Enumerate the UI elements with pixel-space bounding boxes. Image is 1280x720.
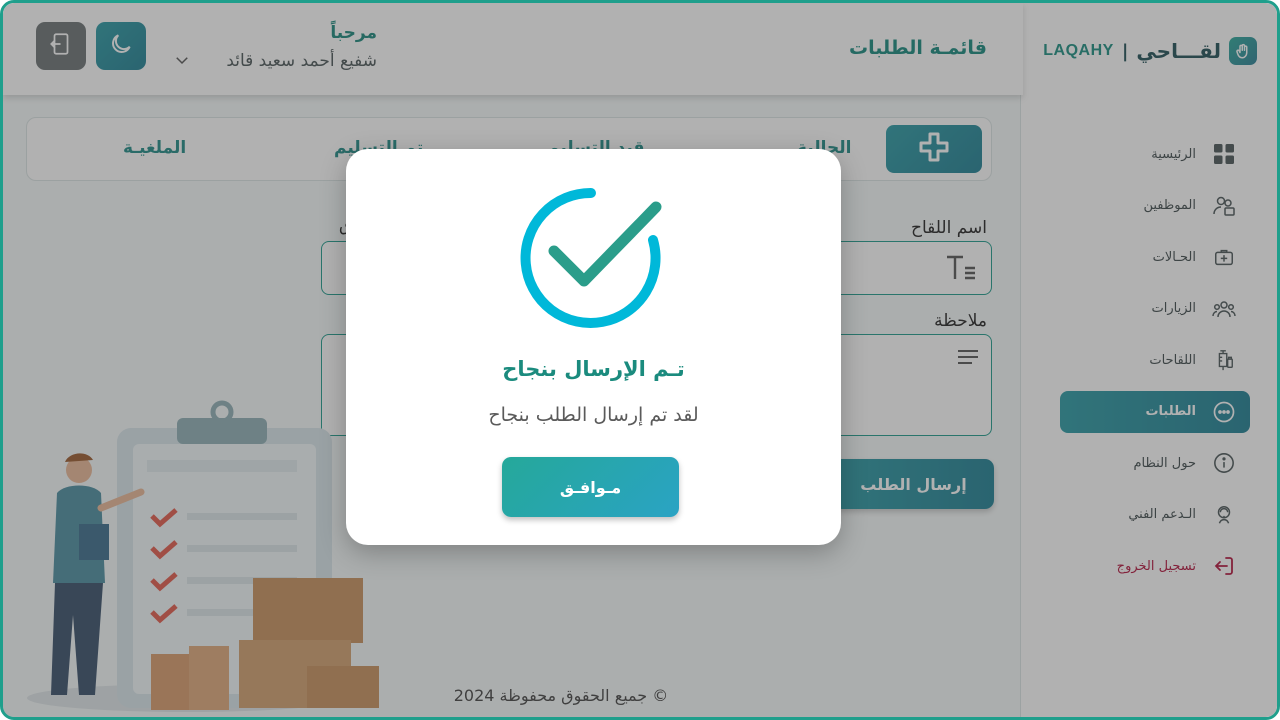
success-dialog: تـم الإرسال بنجاح لقد تم إرسال الطلب بنج…	[346, 149, 841, 545]
dialog-title: تـم الإرسال بنجاح	[502, 357, 685, 381]
success-check-icon	[520, 187, 662, 328]
app-frame: LAQAHY | لقـــاحي الرئيسية الموظفين الحـ…	[0, 0, 1280, 720]
ok-button[interactable]: مـوافـق	[502, 457, 679, 517]
dialog-message: لقد تم إرسال الطلب بنجاح	[488, 404, 699, 426]
modal-backdrop[interactable]: تـم الإرسال بنجاح لقد تم إرسال الطلب بنج…	[3, 3, 1277, 717]
